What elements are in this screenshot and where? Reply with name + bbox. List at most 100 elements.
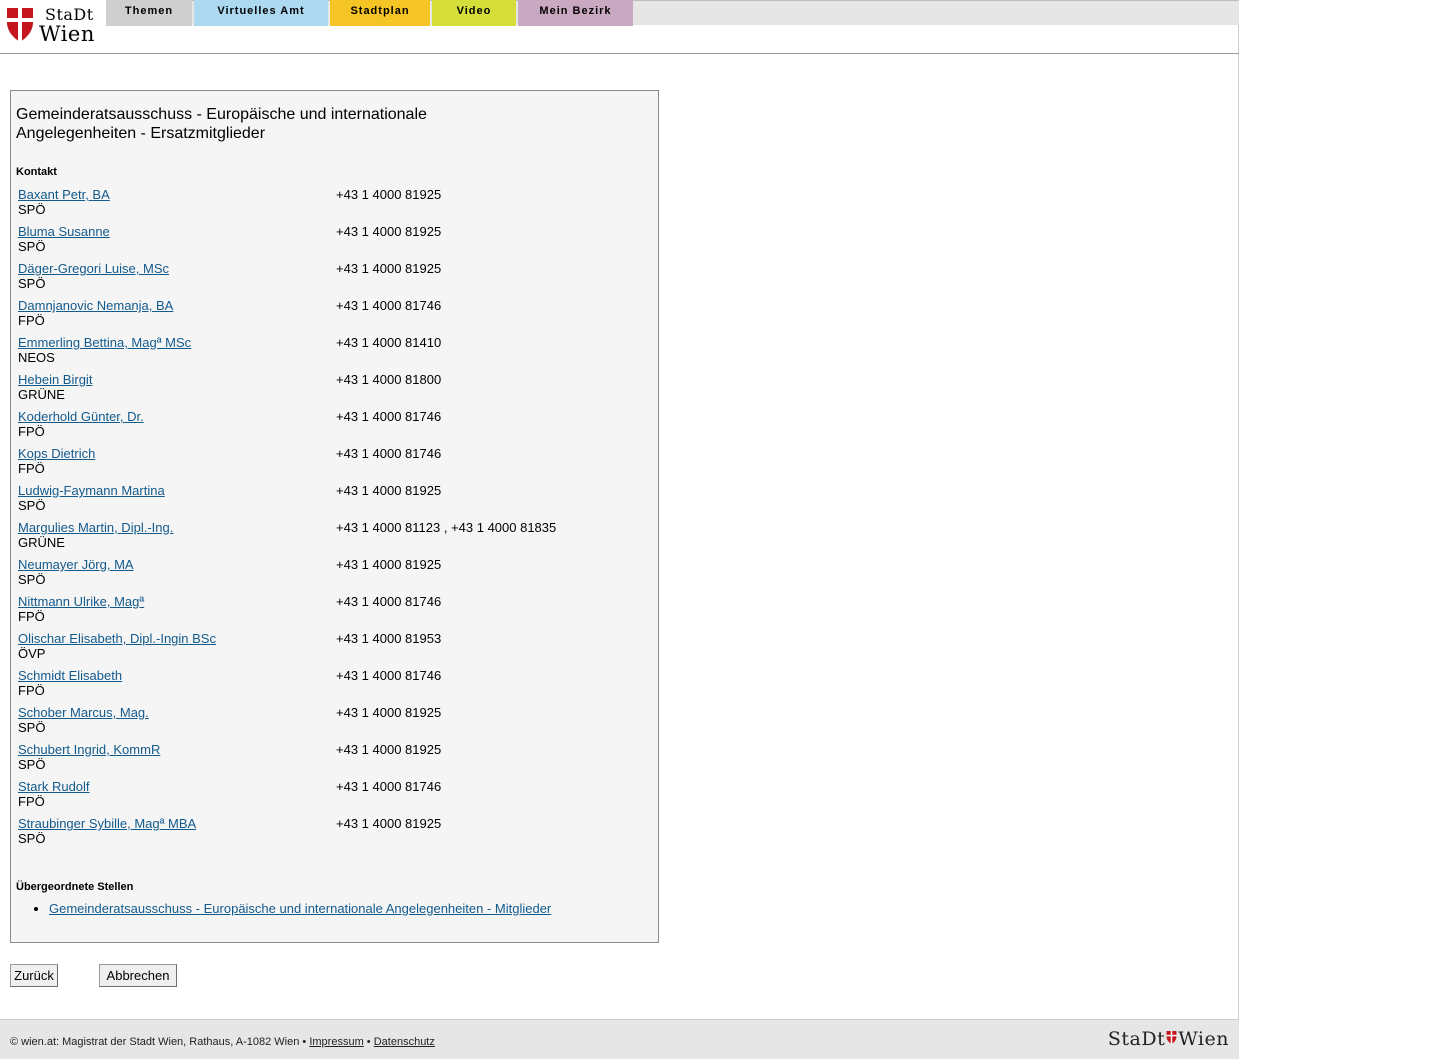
contact-phone: +43 1 4000 81746 — [336, 594, 442, 609]
datenschutz-link[interactable]: Datenschutz — [374, 1036, 435, 1048]
contact-party: SPÖ — [18, 498, 46, 513]
contact-row: Margulies Martin, Dipl.-Ing. GRÜNE +43 1 4… — [18, 520, 638, 557]
contact-name-link[interactable]: Bluma Susanne — [18, 224, 110, 239]
contact-row: Stark Rudolf FPÖ +43 1 4000 81746 — [18, 779, 638, 816]
wien-shield-icon — [1166, 1031, 1177, 1044]
parent-heading: Übergeordnete Stellen — [16, 881, 134, 893]
contact-phone: +43 1 4000 81953 — [336, 631, 442, 646]
impressum-link[interactable]: Impressum — [309, 1036, 363, 1048]
logo-text-wien: Wien — [39, 22, 95, 46]
tab-themen[interactable]: Themen — [106, 0, 192, 26]
contact-phone: +43 1 4000 81123 , +43 1 4000 81835 — [336, 520, 557, 535]
site-header: StaDt Wien Themen Virtuelles Amt Stadtpl… — [0, 0, 1239, 54]
tab-video[interactable]: Video — [432, 0, 516, 26]
contact-row: Nittmann Ulrike, Magª FPÖ +43 1 4000 81746 — [18, 594, 638, 631]
tab-stadtplan[interactable]: Stadtplan — [330, 0, 430, 26]
footer-logo-stadt: StaDt — [1107, 1028, 1166, 1050]
contact-party: FPÖ — [18, 683, 45, 698]
contact-name-link[interactable]: Schmidt Elisabeth — [18, 668, 122, 683]
contact-phone: +43 1 4000 81410 — [336, 335, 442, 350]
contact-row: Ludwig-Faymann Martina SPÖ +43 1 4000 8192… — [18, 483, 638, 520]
page-title: Gemeinderatsausschuss - Europäische und … — [16, 106, 427, 142]
contact-phone: +43 1 4000 81925 — [336, 705, 442, 720]
contact-party: FPÖ — [18, 794, 45, 809]
contact-row: Schubert Ingrid, KommR SPÖ +43 1 4000 8192… — [18, 742, 638, 779]
contact-name-link[interactable]: Koderhold Günter, Dr. — [18, 409, 144, 424]
contact-party: SPÖ — [18, 202, 46, 217]
footer-copyright: © wien.at: Magistrat der Stadt Wien, Rat… — [10, 1036, 307, 1048]
contact-name-link[interactable]: Hebein Birgit — [18, 372, 92, 387]
footer-separator: • — [366, 1036, 371, 1048]
contact-phone: +43 1 4000 81800 — [336, 372, 442, 387]
contact-name-link[interactable]: Schober Marcus, Mag. — [18, 705, 149, 720]
contact-party: ÖVP — [18, 646, 46, 661]
wien-shield-icon — [7, 8, 33, 42]
contact-heading: Kontakt — [16, 166, 57, 178]
contact-name-link[interactable]: Schubert Ingrid, KommR — [18, 742, 160, 757]
contact-row: Schmidt Elisabeth FPÖ +43 1 4000 81746 — [18, 668, 638, 705]
contact-name-link[interactable]: Kops Dietrich — [18, 446, 95, 461]
contact-name-link[interactable]: Stark Rudolf — [18, 779, 90, 794]
footer-logo-wien: Wien — [1178, 1028, 1229, 1050]
contact-name-link[interactable]: Neumayer Jörg, MA — [18, 557, 134, 572]
contact-party: FPÖ — [18, 424, 45, 439]
contact-row: Damnjanovic Nemanja, BA FPÖ +43 1 4000 817… — [18, 298, 638, 335]
contact-phone: +43 1 4000 81925 — [336, 483, 442, 498]
contact-party: GRÜNE — [18, 535, 65, 550]
contact-party: NEOS — [18, 350, 55, 365]
contact-row: Koderhold Günter, Dr. FPÖ +43 1 4000 81746 — [18, 409, 638, 446]
contact-name-link[interactable]: Baxant Petr, BA — [18, 187, 110, 202]
contact-phone: +43 1 4000 81746 — [336, 779, 442, 794]
contact-row: Emmerling Bettina, Magª MSc NEOS +43 1 400… — [18, 335, 638, 372]
contact-phone: +43 1 4000 81746 — [336, 668, 442, 683]
contact-party: SPÖ — [18, 757, 46, 772]
contact-phone: +43 1 4000 81925 — [336, 557, 442, 572]
contact-party: GRÜNE — [18, 387, 65, 402]
contact-row: Olischar Elisabeth, Dipl.-Ingin BSc ÖVP +4… — [18, 631, 638, 668]
contact-party: FPÖ — [18, 313, 45, 328]
contact-phone: +43 1 4000 81925 — [336, 261, 442, 276]
contact-phone: +43 1 4000 81925 — [336, 224, 442, 239]
tab-mein-bezirk[interactable]: Mein Bezirk — [518, 0, 633, 26]
contact-phone: +43 1 4000 81925 — [336, 816, 442, 831]
contact-list: Baxant Petr, BA SPÖ +43 1 4000 81925 Bluma … — [18, 187, 638, 853]
contact-phone: +43 1 4000 81925 — [336, 187, 442, 202]
footer-text: © wien.at: Magistrat der Stadt Wien, Rat… — [10, 1036, 435, 1048]
contact-name-link[interactable]: Olischar Elisabeth, Dipl.-Ingin BSc — [18, 631, 216, 646]
contact-party: SPÖ — [18, 276, 46, 291]
contact-name-link[interactable]: Emmerling Bettina, Magª MSc — [18, 335, 191, 350]
list-item: Gemeinderatsausschuss - Europäische und … — [49, 901, 551, 916]
contact-row: Kops Dietrich FPÖ +43 1 4000 81746 — [18, 446, 638, 483]
contact-row: Bluma Susanne SPÖ +43 1 4000 81925 — [18, 224, 638, 261]
contact-row: Schober Marcus, Mag. SPÖ +43 1 4000 81925 — [18, 705, 638, 742]
contact-name-link[interactable]: Ludwig-Faymann Martina — [18, 483, 165, 498]
stadt-wien-logo[interactable]: StaDt Wien — [7, 5, 99, 46]
contact-party: SPÖ — [18, 831, 46, 846]
parent-link-mitglieder[interactable]: Gemeinderatsausschuss - Europäische und … — [49, 901, 551, 916]
contact-name-link[interactable]: Damnjanovic Nemanja, BA — [18, 298, 173, 313]
parent-list: Gemeinderatsausschuss - Europäische und … — [33, 901, 551, 916]
contact-party: SPÖ — [18, 720, 46, 735]
contact-name-link[interactable]: Nittmann Ulrike, Magª — [18, 594, 144, 609]
contact-party: SPÖ — [18, 239, 46, 254]
back-button[interactable]: Zurück — [10, 964, 58, 987]
contact-phone: +43 1 4000 81925 — [336, 742, 442, 757]
cancel-button[interactable]: Abbrechen — [99, 964, 177, 987]
contact-row: Neumayer Jörg, MA SPÖ +43 1 4000 81925 — [18, 557, 638, 594]
footer-logo[interactable]: StaDt Wien — [1108, 1028, 1229, 1050]
tab-virtuelles-amt[interactable]: Virtuelles Amt — [194, 0, 328, 26]
contact-name-link[interactable]: Margulies Martin, Dipl.-Ing. — [18, 520, 173, 535]
contact-party: FPÖ — [18, 461, 45, 476]
contact-party: FPÖ — [18, 609, 45, 624]
contact-phone: +43 1 4000 81746 — [336, 409, 442, 424]
page: StaDt Wien Themen Virtuelles Amt Stadtpl… — [0, 0, 1239, 1059]
contact-phone: +43 1 4000 81746 — [336, 446, 442, 461]
contact-name-link[interactable]: Straubinger Sybille, Magª MBA — [18, 816, 196, 831]
contact-row: Straubinger Sybille, Magª MBA SPÖ +43 1 40… — [18, 816, 638, 853]
contact-name-link[interactable]: Däger-Gregori Luise, MSc — [18, 261, 169, 276]
contact-phone: +43 1 4000 81746 — [336, 298, 442, 313]
contact-row: Hebein Birgit GRÜNE +43 1 4000 81800 — [18, 372, 638, 409]
contact-row: Däger-Gregori Luise, MSc SPÖ +43 1 4000 81… — [18, 261, 638, 298]
committee-panel: Gemeinderatsausschuss - Europäische und … — [10, 90, 659, 943]
site-footer: © wien.at: Magistrat der Stadt Wien, Rat… — [0, 1019, 1239, 1059]
